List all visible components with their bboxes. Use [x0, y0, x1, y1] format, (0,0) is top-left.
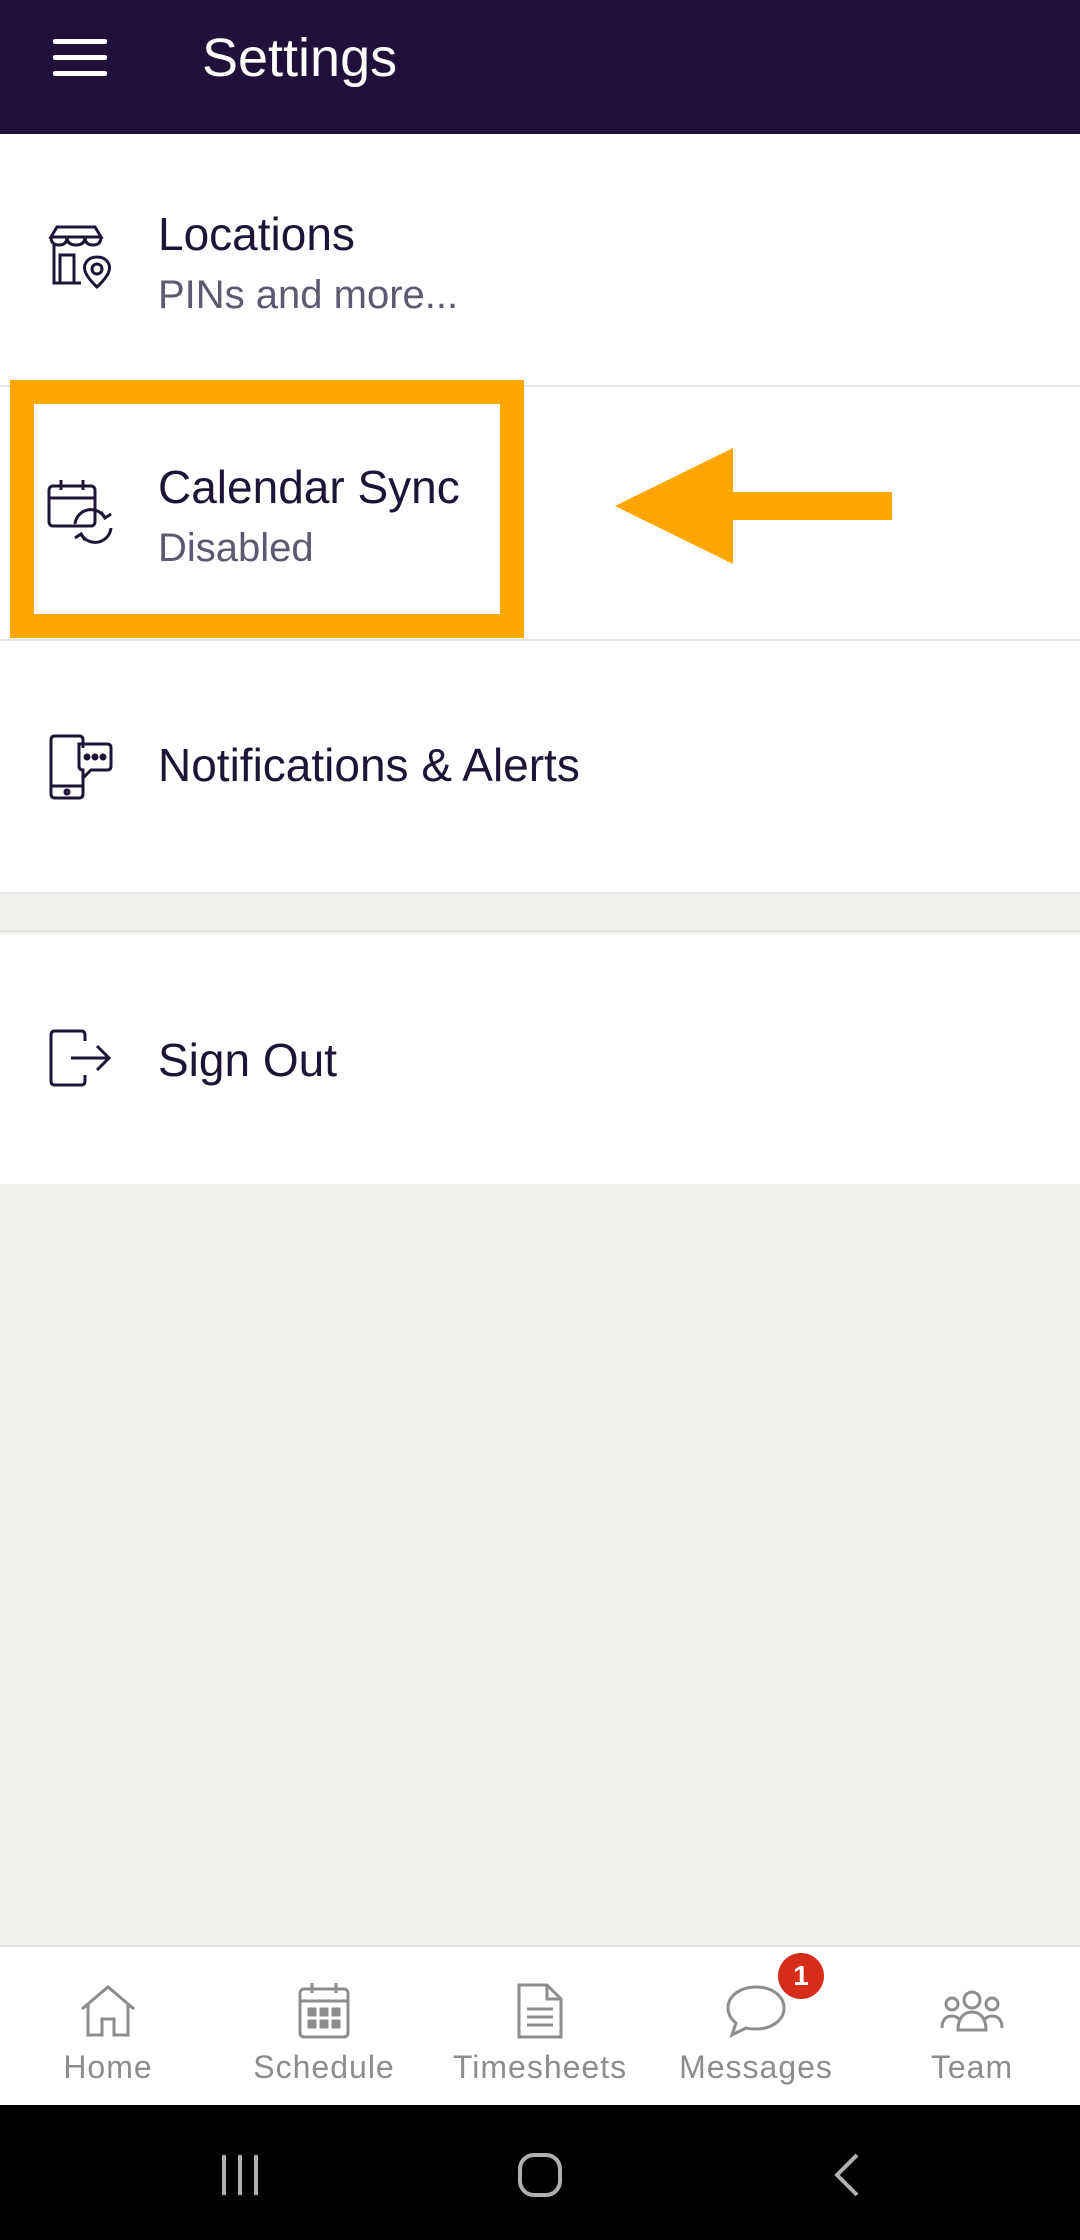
recent-apps-button[interactable] — [200, 2145, 280, 2205]
home-icon — [76, 1979, 140, 2043]
team-icon — [940, 1979, 1004, 2043]
tab-schedule[interactable]: Schedule — [216, 1947, 432, 2105]
calendar-icon — [292, 1979, 356, 2043]
phone-chat-icon — [40, 727, 120, 807]
settings-item-title: Calendar Sync — [158, 461, 460, 513]
back-chevron-icon — [834, 2153, 859, 2197]
sign-out-label: Sign Out — [158, 1034, 337, 1086]
tab-timesheets[interactable]: Timesheets — [432, 1947, 648, 2105]
tab-label: Home — [63, 2049, 153, 2085]
recent-apps-icon — [222, 2155, 258, 2195]
menu-button[interactable] — [44, 28, 116, 88]
unread-badge: 1 — [778, 1953, 824, 1999]
page-title: Settings — [202, 28, 398, 88]
tab-label: Timesheets — [452, 2049, 628, 2085]
tab-label: Schedule — [253, 2049, 395, 2085]
sign-out-icon — [40, 1018, 120, 1098]
section-divider — [0, 894, 1080, 932]
document-icon — [508, 1979, 572, 2043]
tab-label: Messages — [679, 2049, 833, 2085]
calendar-sync-icon — [40, 471, 120, 551]
settings-list: Locations PINs and more... Calendar Sync… — [0, 134, 1080, 894]
settings-item-title: Locations — [158, 208, 355, 260]
bottom-navigation: Home Schedule Timesheets Messages 1 Team — [0, 1945, 1080, 2105]
home-circle-icon — [518, 2153, 562, 2197]
tab-label: Team — [930, 2049, 1014, 2085]
top-app-bar: Settings — [0, 0, 1080, 134]
settings-item-title: Notifications & Alerts — [158, 739, 580, 791]
hamburger-menu-icon — [53, 39, 107, 76]
settings-item-subtitle: Disabled — [158, 526, 314, 570]
back-button[interactable] — [806, 2145, 886, 2205]
tab-team[interactable]: Team — [864, 1947, 1080, 2105]
tab-home[interactable]: Home — [0, 1947, 216, 2105]
settings-item-calendar-sync[interactable]: Calendar Sync Disabled — [0, 387, 1080, 641]
system-navigation-bar — [0, 2105, 1080, 2240]
tab-messages[interactable]: Messages 1 — [648, 1947, 864, 2105]
home-system-button[interactable] — [500, 2145, 580, 2205]
settings-item-subtitle: PINs and more... — [158, 273, 459, 317]
store-location-icon — [40, 218, 120, 298]
chat-bubble-icon — [724, 1979, 788, 2043]
settings-item-notifications[interactable]: Notifications & Alerts — [0, 641, 1080, 894]
sign-out-button[interactable]: Sign Out — [0, 934, 1080, 1184]
settings-item-locations[interactable]: Locations PINs and more... — [0, 134, 1080, 387]
